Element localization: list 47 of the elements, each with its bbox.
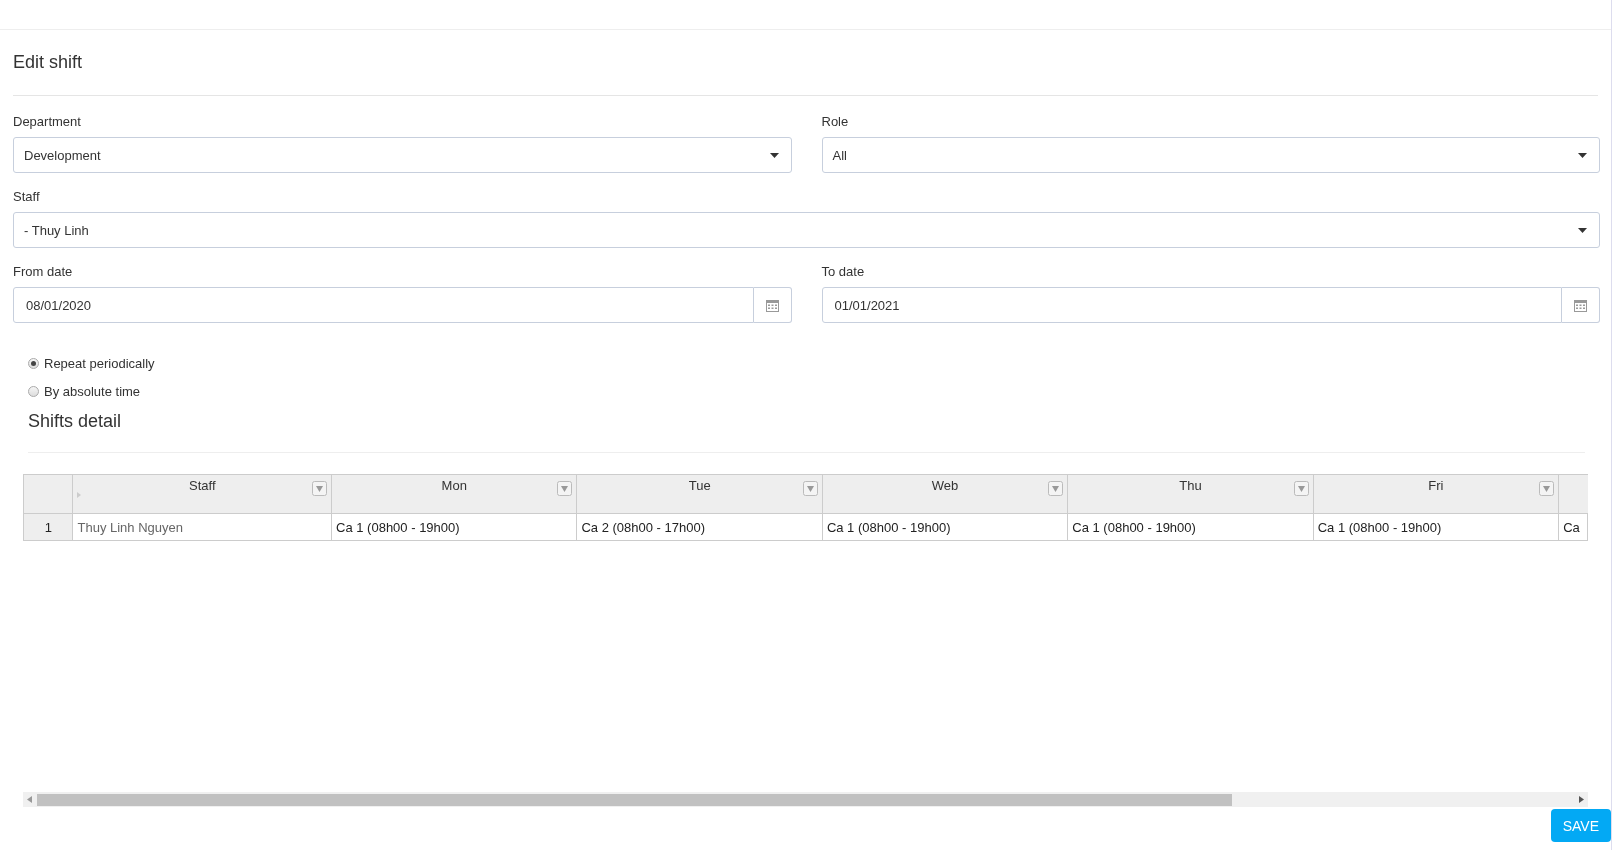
column-header[interactable]: Staff	[73, 474, 332, 514]
column-header[interactable]: Web	[822, 474, 1068, 514]
row-number: 1	[23, 513, 73, 541]
section-title: Shifts detail	[28, 411, 123, 432]
dropdown-field[interactable]: Development	[13, 137, 792, 173]
dropdown-field[interactable]: All	[821, 137, 1600, 173]
field-label: From date	[13, 264, 74, 279]
header-cell	[1558, 474, 1588, 514]
column-header[interactable]: Thu	[1067, 474, 1314, 514]
field-label: To date	[821, 264, 866, 279]
caret-icon	[1578, 227, 1587, 233]
field-label: Role	[821, 114, 850, 129]
radio-option[interactable]: Repeat periodically	[28, 349, 1583, 377]
filter-icon[interactable]	[1539, 481, 1555, 496]
calendar-icon	[1574, 298, 1587, 312]
column-header[interactable]: Mon	[331, 474, 577, 514]
table-cell: Ca 1 (08h00 - 19h00)	[1067, 513, 1314, 541]
page-title: Edit shift	[12, 51, 84, 74]
table-cell: Ca	[1558, 513, 1588, 541]
radio-option[interactable]: By absolute time	[28, 377, 1583, 405]
calendar-button[interactable]	[1562, 287, 1600, 323]
scroll-left-icon[interactable]	[27, 796, 32, 803]
header-cell	[23, 474, 73, 514]
table-cell: Ca 2 (08h00 - 17h00)	[576, 513, 823, 541]
calendar-icon	[765, 298, 779, 312]
filter-icon[interactable]	[312, 481, 328, 496]
dropdown-field[interactable]: - Thuy Linh	[13, 212, 1600, 248]
field-label: Staff	[13, 189, 41, 204]
caret-icon	[769, 152, 779, 158]
date-field[interactable]: 08/01/2020	[13, 287, 754, 323]
table-cell: Ca 1 (08h00 - 19h00)	[331, 513, 577, 541]
filter-icon[interactable]	[1048, 481, 1064, 496]
table-cell: Ca 1 (08h00 - 19h00)	[1313, 513, 1559, 541]
table-cell: Thuy Linh Nguyen	[73, 513, 332, 541]
column-header[interactable]: Fri	[1313, 474, 1559, 514]
filter-icon[interactable]	[557, 481, 573, 496]
caret-icon	[1578, 152, 1587, 158]
sort-icon	[77, 492, 82, 498]
table-cell: Ca 1 (08h00 - 19h00)	[822, 513, 1068, 541]
filter-icon[interactable]	[1293, 481, 1309, 496]
field-label: Department	[13, 114, 82, 129]
scroll-right-icon[interactable]	[1579, 796, 1584, 803]
filter-icon[interactable]	[802, 481, 818, 496]
horizontal-scrollbar[interactable]	[23, 792, 1588, 807]
calendar-button[interactable]	[753, 287, 792, 323]
column-header[interactable]: Tue	[576, 474, 823, 514]
date-field[interactable]: 01/01/2021	[821, 287, 1562, 323]
